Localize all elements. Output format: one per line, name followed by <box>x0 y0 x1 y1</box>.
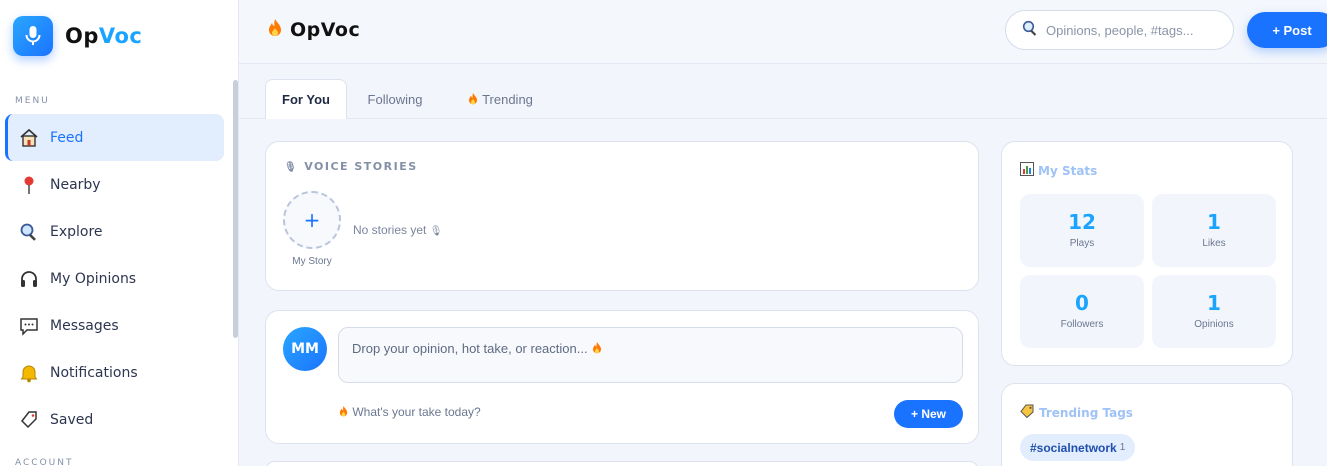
composer-prompt: What's your take today? <box>338 405 481 419</box>
tag-count: 1 <box>1119 442 1126 453</box>
stat-plays[interactable]: 12 Plays <box>1020 194 1144 267</box>
avatar[interactable]: MM <box>283 327 327 371</box>
tab-label: For You <box>282 92 330 107</box>
stat-likes[interactable]: 1 Likes <box>1152 194 1276 267</box>
magnifier-icon <box>18 221 40 243</box>
my-stats-card: My Stats 12 Plays 1 Likes 0 Followers 1 … <box>1001 141 1293 366</box>
sidebar: OpVoc MENU Feed Nearby Explore My Opinio… <box>0 0 239 466</box>
voice-stories-card: 🎙 VOICE STORIES + My Story No stories yet… <box>265 141 979 291</box>
sidebar-nav: Feed Nearby Explore My Opinions Messages <box>5 114 224 443</box>
no-stories-text: No stories yet 🎙 <box>353 223 443 237</box>
menu-label: MENU <box>15 96 50 106</box>
feed-post-card <box>265 461 979 466</box>
stat-label: Likes <box>1202 238 1226 249</box>
trending-tags-card: Trending Tags #socialnetwork 1 <box>1001 383 1293 466</box>
fire-icon <box>467 92 479 106</box>
top-header: OpVoc + Post <box>239 0 1327 64</box>
stat-label: Followers <box>1060 319 1104 330</box>
brand-name: OpVoc <box>65 24 143 48</box>
my-story-label: My Story <box>292 256 332 267</box>
stat-label: Plays <box>1069 238 1095 249</box>
microphone-icon <box>13 16 53 56</box>
stat-opinions[interactable]: 1 Opinions <box>1152 275 1276 348</box>
stat-value: 12 <box>1068 210 1096 234</box>
tab-trending[interactable]: Trending <box>457 79 543 119</box>
bar-chart-icon <box>1020 162 1034 180</box>
header-brand-name: OpVoc <box>290 19 361 41</box>
brand[interactable]: OpVoc <box>13 16 142 56</box>
header-brand[interactable]: OpVoc <box>266 18 360 42</box>
tag-icon <box>1020 404 1035 422</box>
microphone-icon: 🎙 <box>284 162 299 173</box>
stat-followers[interactable]: 0 Followers <box>1020 275 1144 348</box>
stat-value: 1 <box>1207 291 1221 315</box>
search-input[interactable] <box>1046 22 1216 38</box>
voice-stories-title: 🎙 VOICE STORIES <box>284 160 418 173</box>
trending-tag-chip[interactable]: #socialnetwork 1 <box>1020 434 1136 461</box>
sidebar-item-my-opinions[interactable]: My Opinions <box>5 255 224 302</box>
opinion-input[interactable]: Drop your opinion, hot take, or reaction… <box>338 327 963 383</box>
tab-label: Following <box>367 91 423 107</box>
headphones-icon <box>18 268 40 290</box>
fire-icon <box>591 341 603 355</box>
sidebar-item-label: Feed <box>50 129 84 146</box>
sidebar-item-label: Messages <box>50 317 119 334</box>
tab-for-you[interactable]: For You <box>265 79 347 119</box>
sidebar-item-label: Nearby <box>50 176 101 193</box>
post-button[interactable]: + Post <box>1247 12 1327 48</box>
my-stats-title: My Stats <box>1020 162 1097 180</box>
sidebar-item-nearby[interactable]: Nearby <box>5 161 224 208</box>
feed-tabs: For You Following Trending <box>239 64 1327 119</box>
add-story-button[interactable]: + <box>283 191 341 249</box>
tag-name: #socialnetwork <box>1030 440 1117 455</box>
sidebar-scrollbar[interactable] <box>233 80 238 338</box>
opinion-composer: MM Drop your opinion, hot take, or react… <box>265 310 979 444</box>
bookmark-tag-icon <box>18 409 40 431</box>
search-box[interactable] <box>1005 10 1234 50</box>
trending-tags-title: Trending Tags <box>1020 404 1133 422</box>
bell-icon <box>18 362 40 384</box>
pin-icon <box>18 174 40 196</box>
sidebar-item-saved[interactable]: Saved <box>5 396 224 443</box>
account-label: ACCOUNT <box>15 458 74 466</box>
sidebar-item-notifications[interactable]: Notifications <box>5 349 224 396</box>
fire-icon <box>338 405 349 418</box>
sidebar-item-feed[interactable]: Feed <box>5 114 224 161</box>
stat-label: Opinions <box>1194 319 1234 330</box>
stat-value: 1 <box>1207 210 1221 234</box>
search-icon <box>1022 20 1038 40</box>
house-icon <box>18 127 40 149</box>
sidebar-item-label: Notifications <box>50 364 138 381</box>
tab-following[interactable]: Following <box>355 79 435 119</box>
sidebar-item-explore[interactable]: Explore <box>5 208 224 255</box>
new-opinion-button[interactable]: + New <box>894 400 963 428</box>
fire-icon <box>266 18 284 42</box>
sidebar-item-messages[interactable]: Messages <box>5 302 224 349</box>
sidebar-item-label: Explore <box>50 223 103 240</box>
tab-label: Trending <box>482 91 533 107</box>
sidebar-item-label: My Opinions <box>50 270 137 287</box>
microphone-icon: 🎙 <box>429 226 443 237</box>
stat-value: 0 <box>1075 291 1089 315</box>
speech-bubble-icon <box>18 315 40 337</box>
sidebar-item-label: Saved <box>50 411 94 428</box>
